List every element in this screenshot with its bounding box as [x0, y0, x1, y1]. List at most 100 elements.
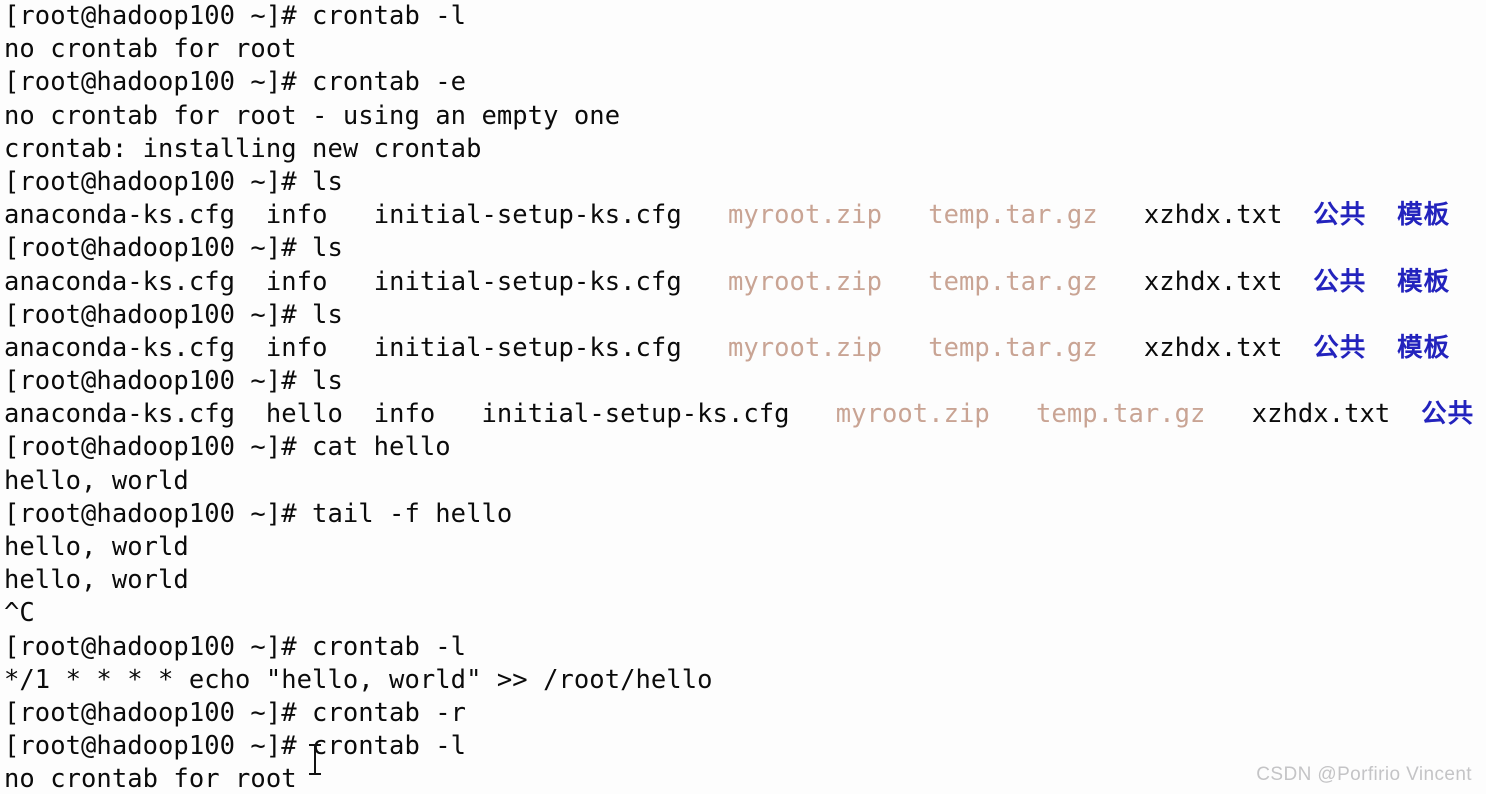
ls-entry-gap [1366, 333, 1397, 363]
output-text: no crontab for root - using an empty one [4, 100, 621, 131]
ls-entry-gap [990, 399, 1036, 429]
output-text: hello, world [4, 532, 189, 562]
ls-entry: initial-setup-ks.cfg [373, 332, 682, 363]
output-text: hello, world [4, 565, 189, 596]
shell-prompt: [root@hadoop100 ~]# [4, 1, 313, 31]
ls-output-line: anaconda-ks.cfg info initial-setup-ks.cf… [0, 199, 1486, 232]
ls-entry-gap [882, 267, 928, 297]
shell-command: crontab -l [312, 1, 467, 31]
output-text: hello, world [4, 465, 189, 496]
shell-prompt: [root@hadoop100 ~]# [4, 299, 313, 330]
shell-command: ls [312, 166, 343, 197]
terminal-prompt-line: [root@hadoop100 ~]# crontab -l [0, 0, 1486, 33]
ls-entry: temp.tar.gz [928, 266, 1098, 297]
ls-entry-gap [1098, 333, 1144, 363]
ls-entry: info [265, 266, 328, 297]
ls-entry: initial-setup-ks.cfg [373, 200, 682, 231]
ls-entry-gap [235, 333, 266, 363]
ls-entry: 公共 [1421, 399, 1475, 430]
terminal-output-line: hello, world [0, 531, 1486, 564]
ls-entry-gap [1366, 267, 1397, 297]
terminal-prompt-line: [root@hadoop100 ~]# ls [0, 166, 1486, 199]
ls-entry: myroot.zip [727, 266, 882, 297]
ls-entry: info [265, 200, 328, 231]
ls-entry-gap [882, 333, 928, 363]
ls-entry: anaconda-ks.cfg [4, 266, 236, 297]
terminal-output-line: no crontab for root [0, 33, 1486, 66]
ls-entry-gap [882, 200, 928, 230]
terminal-output-line: no crontab for root - using an empty one [0, 100, 1486, 133]
shell-command: crontab -l [312, 731, 467, 762]
terminal-prompt-line: [root@hadoop100 ~]# tail -f hello [0, 498, 1486, 531]
ls-entry-gap [327, 267, 373, 297]
ls-entry: hello [265, 399, 343, 430]
ls-entry-gap [1282, 267, 1313, 297]
ls-entry-gap [235, 267, 266, 297]
terminal-window[interactable]: [root@hadoop100 ~]# crontab -l no crontab… [0, 0, 1486, 794]
ls-entry-gap [343, 399, 374, 429]
shell-prompt: [root@hadoop100 ~]# [4, 631, 313, 662]
terminal-prompt-line: [root@hadoop100 ~]# cat hello [0, 431, 1486, 464]
ls-entry: 模板 [1397, 332, 1451, 363]
output-text: */1 * * * * echo "hello, world" >> /root… [4, 664, 713, 695]
ls-entry: 公共 [1313, 200, 1367, 231]
ls-entry: 公共 [1313, 266, 1367, 297]
shell-command: ls [312, 233, 343, 264]
shell-prompt: [root@hadoop100 ~]# [4, 498, 313, 529]
shell-prompt: [root@hadoop100 ~]# [4, 697, 313, 728]
shell-prompt: [root@hadoop100 ~]# [4, 366, 313, 397]
ls-entry: myroot.zip [727, 200, 882, 231]
ls-entry-gap [235, 399, 266, 429]
shell-command: crontab -e [312, 67, 467, 98]
output-text: crontab: installing new crontab [4, 133, 482, 164]
ls-entry-gap [235, 200, 266, 230]
ls-output-line: anaconda-ks.cfg info initial-setup-ks.cf… [0, 266, 1486, 299]
ls-entry-gap [327, 333, 373, 363]
ls-entry-gap [682, 200, 728, 230]
terminal-output-area: [root@hadoop100 ~]# crontab -l no crontab… [0, 0, 1486, 797]
output-text: no crontab for root [4, 34, 297, 65]
shell-prompt: [root@hadoop100 ~]# [4, 233, 313, 264]
ls-entry: temp.tar.gz [928, 200, 1098, 231]
ls-entry-gap [1390, 399, 1421, 429]
ls-entry: initial-setup-ks.cfg [481, 399, 790, 430]
terminal-output-line: hello, world [0, 564, 1486, 597]
ls-entry: info [373, 399, 436, 430]
ls-entry-gap [327, 200, 373, 230]
ls-entry: myroot.zip [727, 332, 882, 363]
ls-entry-gap [1098, 200, 1144, 230]
ls-output-line: anaconda-ks.cfg hello info initial-setup… [0, 398, 1486, 431]
shell-command: cat hello [312, 432, 451, 463]
ls-entry-gap [1098, 267, 1144, 297]
ls-entry: 模板 [1397, 266, 1451, 297]
ls-entry: xzhdx.txt [1143, 266, 1283, 297]
shell-prompt: [root@hadoop100 ~]# [4, 731, 313, 762]
terminal-prompt-line: [root@hadoop100 ~]# ls [0, 232, 1486, 265]
output-text: no crontab for root [4, 764, 297, 795]
ls-entry-gap [1205, 399, 1251, 429]
terminal-prompt-line: [root@hadoop100 ~]# ls [0, 299, 1486, 332]
terminal-output-line: crontab: installing new crontab [0, 133, 1486, 166]
terminal-output-line: */1 * * * * echo "hello, world" >> /root… [0, 664, 1486, 697]
ls-entry: initial-setup-ks.cfg [373, 266, 682, 297]
ls-entry-gap [1366, 200, 1397, 230]
shell-prompt: [root@hadoop100 ~]# [4, 67, 313, 98]
shell-prompt: [root@hadoop100 ~]# [4, 166, 313, 197]
ls-entry: anaconda-ks.cfg [4, 200, 236, 231]
output-text: ^C [4, 598, 35, 629]
ls-entry: temp.tar.gz [928, 332, 1098, 363]
shell-command: tail -f hello [312, 498, 513, 529]
terminal-output-line: hello, world [0, 465, 1486, 498]
ls-entry: xzhdx.txt [1251, 399, 1391, 430]
ls-entry-gap [1282, 333, 1313, 363]
ls-entry-gap [682, 267, 728, 297]
csdn-watermark: CSDN @Porfirio Vincent [1256, 764, 1472, 785]
ls-entry-gap [682, 333, 728, 363]
ls-entry-gap [435, 399, 481, 429]
ls-entry: 模板 [1397, 200, 1451, 231]
terminal-prompt-line: [root@hadoop100 ~]# crontab -e [0, 66, 1486, 99]
ls-output-line: anaconda-ks.cfg info initial-setup-ks.cf… [0, 332, 1486, 365]
terminal-prompt-line: [root@hadoop100 ~]# ls [0, 365, 1486, 398]
ls-entry: xzhdx.txt [1143, 200, 1283, 231]
ls-entry: 公共 [1313, 332, 1367, 363]
